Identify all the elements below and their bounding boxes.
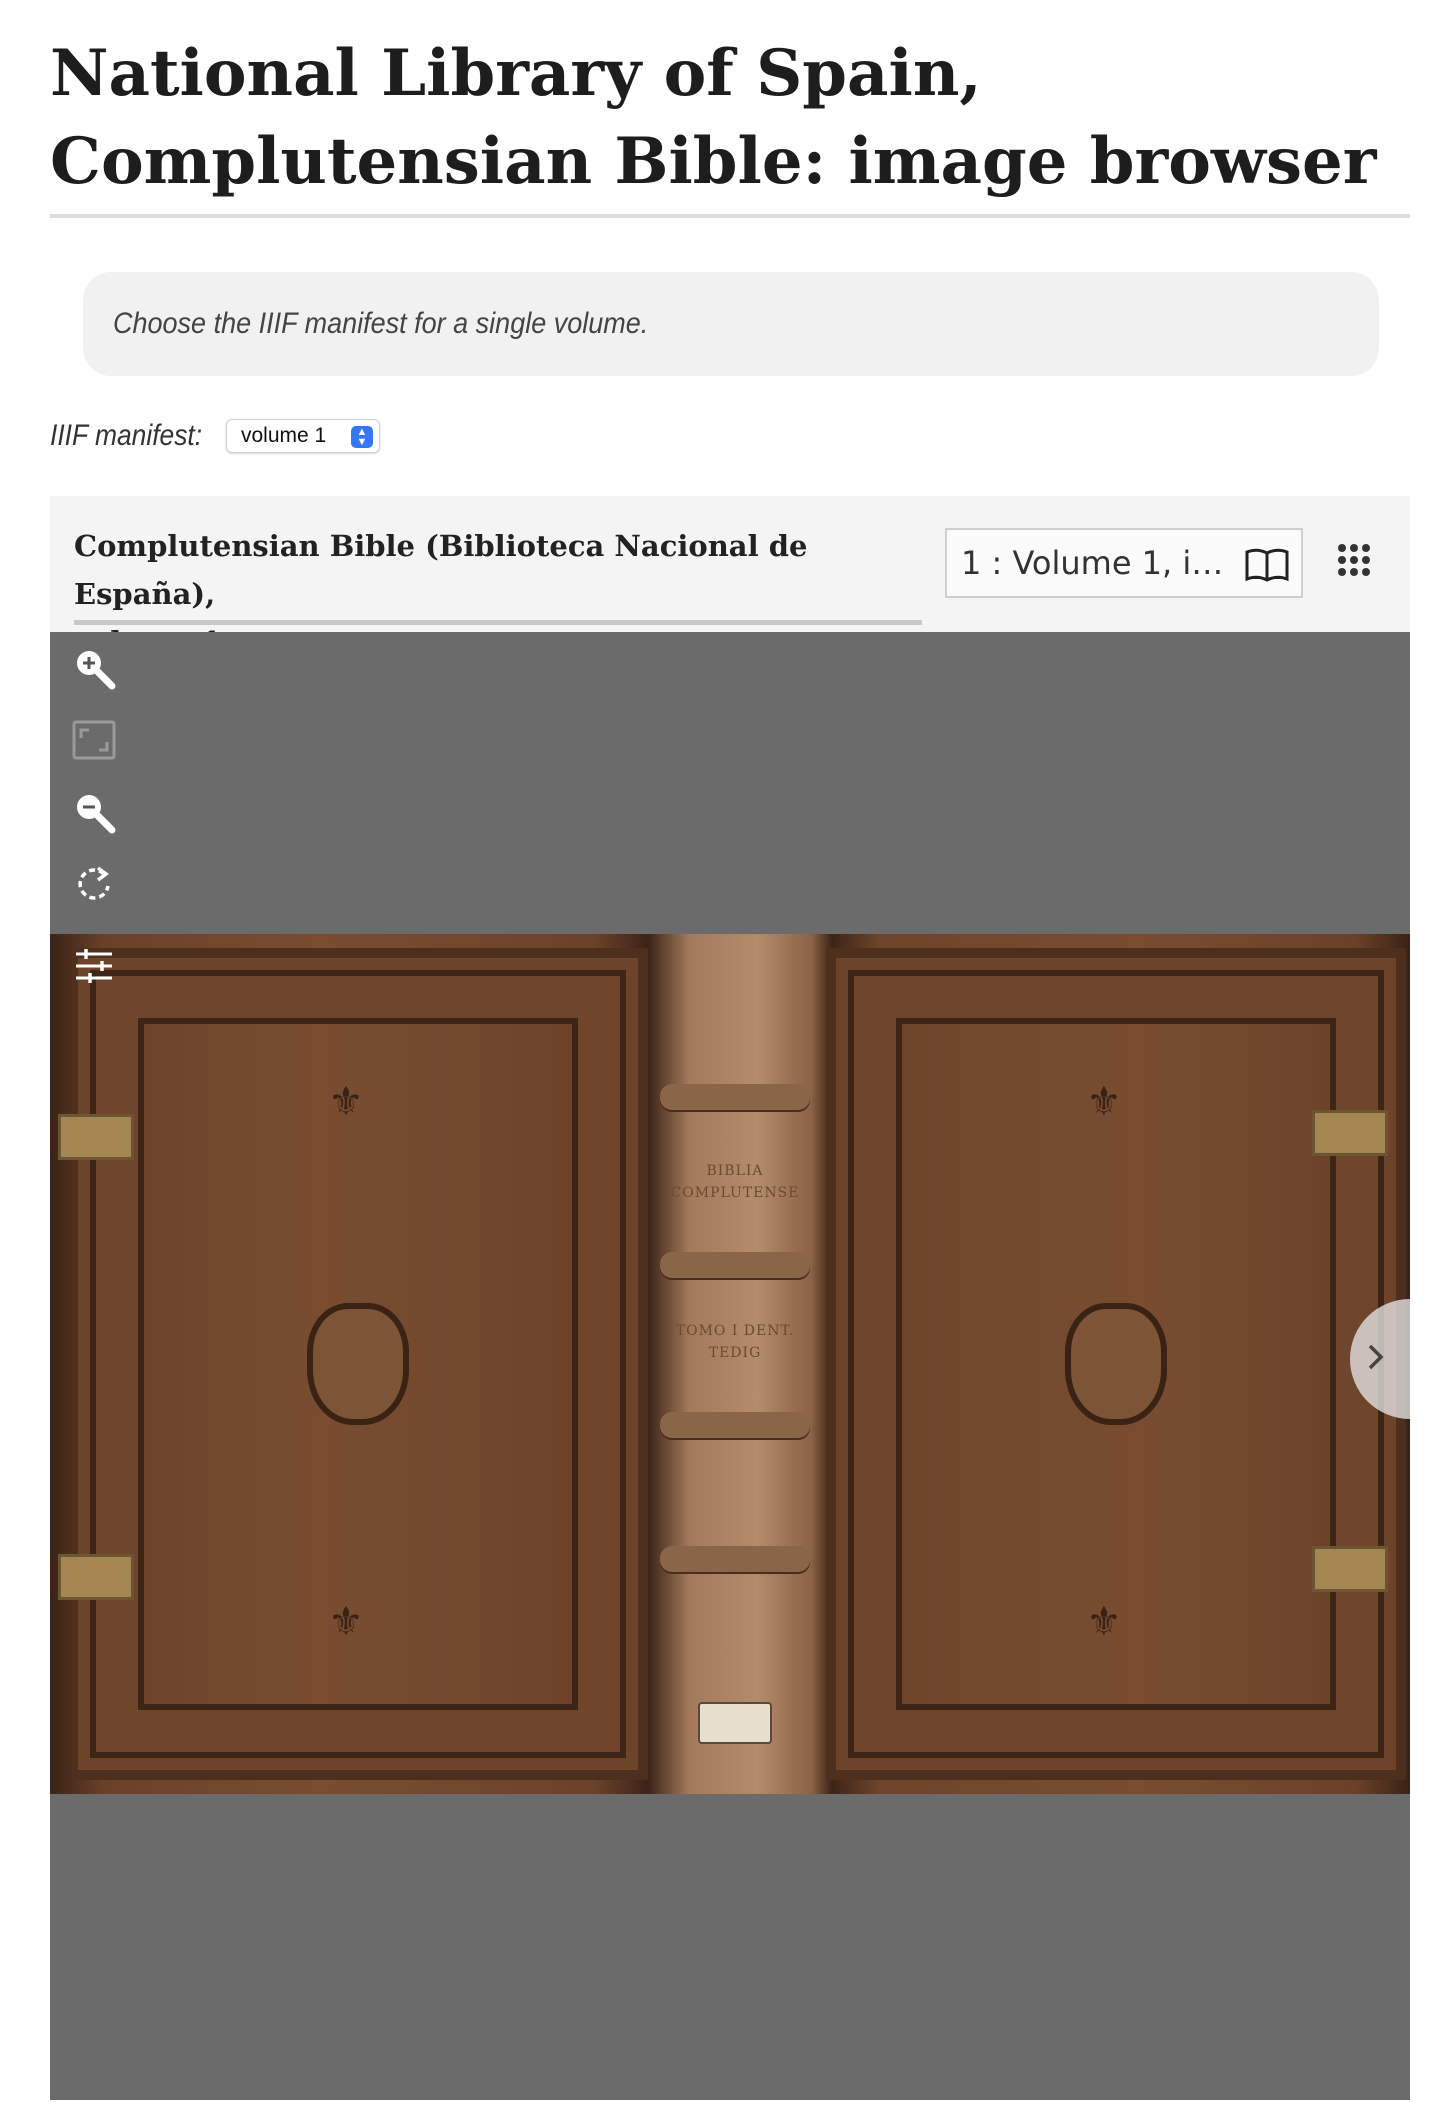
cover-ornament: ⚜: [1086, 1599, 1122, 1644]
viewer-title-line-1: Complutensian Bible (Biblioteca Nacional…: [74, 529, 808, 611]
manifest-row: IIIF manifest: volume 1 ▲ ▼: [50, 414, 380, 458]
viewer-title-divider: [74, 620, 922, 625]
spine-band: [660, 1546, 810, 1572]
page-title-line-2: Complutensian Bible: image browser: [50, 124, 1377, 199]
front-cover: ⚜ ⚜: [826, 948, 1406, 1780]
zoom-out-icon: [72, 790, 116, 839]
viewer-header: Complutensian Bible (Biblioteca Nacional…: [50, 496, 1410, 659]
image-adjust-button[interactable]: [70, 944, 118, 992]
spine-volume: TOMO I DENT. TEDIG: [675, 1323, 795, 1361]
coat-of-arms: [1065, 1303, 1167, 1425]
canvas-select-label: 1 : Volume 1, image: [961, 544, 1231, 582]
manifest-label: IIIF manifest:: [50, 419, 203, 452]
spine-band: [660, 1252, 810, 1278]
coat-of-arms: [307, 1303, 409, 1425]
clasp: [58, 1114, 134, 1160]
instruction-callout: Choose the IIIF manifest for a single vo…: [83, 272, 1379, 376]
spine-band: [660, 1412, 810, 1438]
manifest-select[interactable]: volume 1 ▲ ▼: [226, 419, 380, 453]
instruction-text: Choose the IIIF manifest for a single vo…: [113, 307, 649, 340]
chevron-right-icon: [1366, 1342, 1386, 1377]
spine-title: BIBLIA COMPLUTENSE: [670, 1163, 800, 1201]
rotate-icon: [74, 864, 114, 909]
fullscreen-button[interactable]: [70, 718, 118, 766]
book-open-icon: [1245, 548, 1289, 590]
page-title-line-1: National Library of Spain,: [50, 36, 982, 111]
shelf-label: [698, 1702, 772, 1744]
manifest-selected-value: volume 1: [241, 424, 327, 447]
select-arrows-icon: ▲ ▼: [351, 426, 373, 448]
title-divider: [50, 214, 1410, 218]
page-title: National Library of Spain, Complutensian…: [50, 30, 1410, 206]
grid-dots-icon[interactable]: [1336, 542, 1372, 583]
cover-ornament: ⚜: [328, 1079, 364, 1124]
sliders-icon: [74, 946, 114, 991]
book-spine: BIBLIA COMPLUTENSE TOMO I DENT. TEDIG: [660, 934, 810, 1794]
spine-band: [660, 1084, 810, 1110]
cover-ornament: ⚜: [1086, 1079, 1122, 1124]
image-stage[interactable]: ⚜ ⚜ ⚜ ⚜ BIBLIA COMPLUTENSE TOMO I DENT. …: [50, 632, 1410, 2100]
clasp: [1312, 1546, 1388, 1592]
zoom-in-button[interactable]: [70, 646, 118, 694]
book-binding-image: ⚜ ⚜ ⚜ ⚜ BIBLIA COMPLUTENSE TOMO I DENT. …: [50, 934, 1410, 1794]
canvas-select[interactable]: 1 : Volume 1, image: [945, 528, 1303, 598]
clasp: [58, 1554, 134, 1600]
fullscreen-icon: [72, 720, 116, 765]
cover-ornament: ⚜: [328, 1599, 364, 1644]
zoom-in-icon: [72, 646, 116, 695]
zoom-out-button[interactable]: [70, 790, 118, 838]
clasp: [1312, 1110, 1388, 1156]
rotate-button[interactable]: [70, 862, 118, 910]
image-viewer: Complutensian Bible (Biblioteca Nacional…: [50, 496, 1410, 2100]
back-cover: ⚜ ⚜: [68, 948, 648, 1780]
